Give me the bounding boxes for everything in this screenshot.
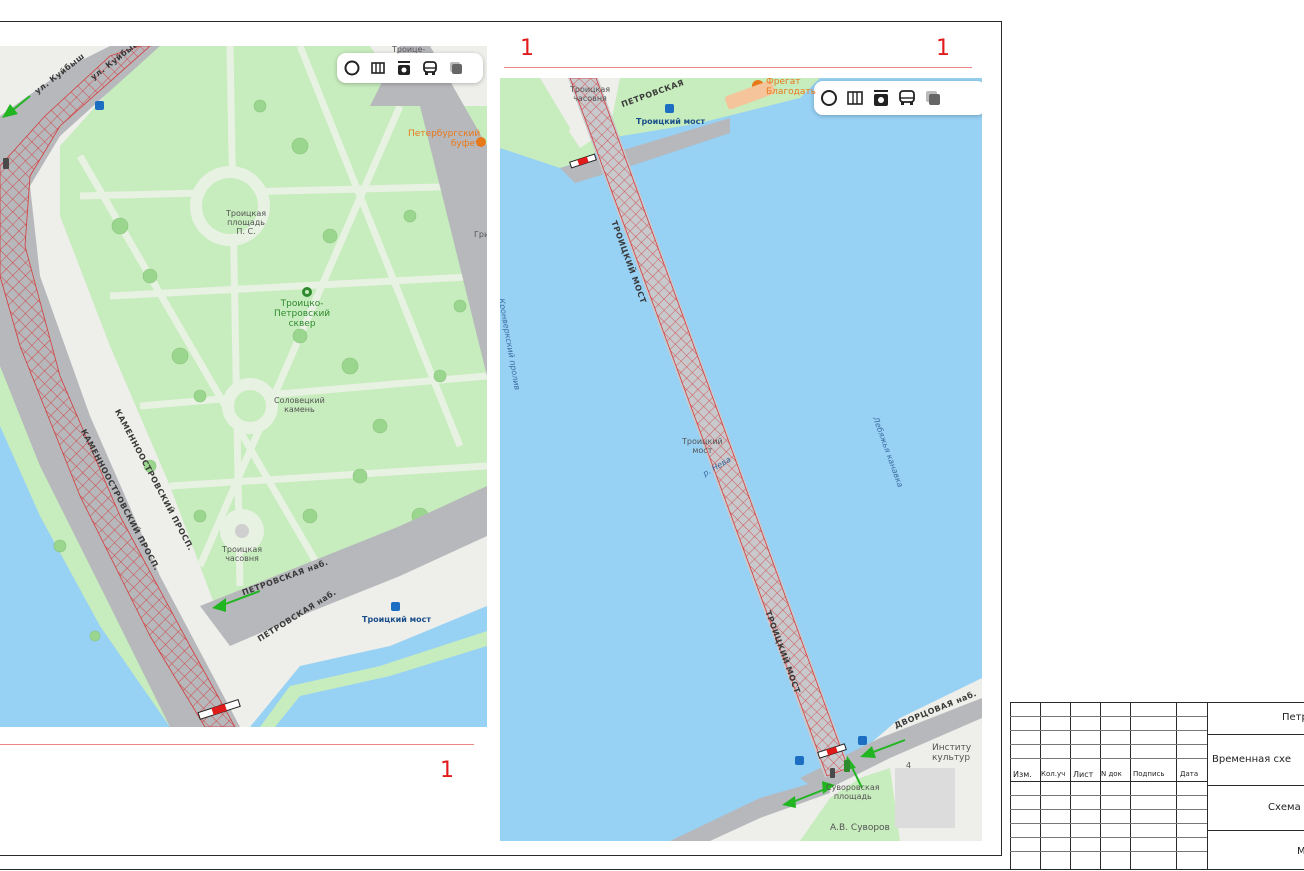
left-map-bus-stop-icon xyxy=(95,101,104,110)
left-map-bridge-stop-icon xyxy=(391,602,400,611)
panorama-icon[interactable] xyxy=(343,59,361,77)
panorama-icon[interactable] xyxy=(820,89,838,107)
camera-icon[interactable] xyxy=(395,59,413,77)
left-map-label-park-name: Троицко- Петровский сквер xyxy=(274,299,331,329)
map-layers-icon[interactable] xyxy=(369,59,387,77)
right-map-label-suvorov: А.В. Суворов xyxy=(830,823,890,833)
section-number-bottom-left: 1 xyxy=(440,758,454,783)
right-map-label-bridge-small: Троицкий мост xyxy=(682,437,723,455)
left-map-label-trinity-square: Троицкая площадь П. С. xyxy=(226,209,267,236)
left-map-chapel-icon xyxy=(235,524,249,538)
right-map-building-institute xyxy=(895,768,955,828)
right-map-panel[interactable]: Троицкая часовня ПЕТРОВСКАЯ Троицкий мос… xyxy=(500,78,982,841)
title-block-header-koluch: Кол.уч xyxy=(1041,770,1066,778)
bus-icon[interactable] xyxy=(421,59,439,77)
title-block-row1: Петр xyxy=(1282,712,1304,723)
title-block-header-ndok: N док xyxy=(1101,770,1122,778)
left-map-label-buffet: Петербургский буфет xyxy=(408,129,481,149)
right-map-bridge-hatch-zone xyxy=(569,78,849,777)
right-map-label-fregat: Фрегат Благодать xyxy=(766,78,816,97)
title-block-header-data: Дата xyxy=(1180,770,1199,778)
title-block-row2: Временная схе xyxy=(1212,754,1292,765)
left-map-label-bridge-stop: Троицкий мост xyxy=(362,615,432,624)
right-map-label-chapel: Троицкая часовня xyxy=(570,85,611,103)
title-block-header-izm: Изм. xyxy=(1013,770,1032,779)
left-map-label-cut-top: Троице- xyxy=(392,46,426,54)
bus-icon[interactable] xyxy=(898,89,916,107)
right-map-traffic-light-icon xyxy=(830,768,835,778)
right-map-label-institute: Институ культур xyxy=(932,743,972,763)
right-map-label-bridge-stop: Троицкий мост xyxy=(636,117,706,126)
sheet-frame-bottom xyxy=(0,855,1002,856)
right-map-toolbar xyxy=(814,81,982,115)
right-map-label-suvorov-square: Суворовская площадь xyxy=(826,783,880,801)
right-map-bridge-stop-icon xyxy=(665,104,674,113)
left-map-label-solovetsky: Соловецкий камень xyxy=(274,396,325,414)
title-block-row3: Схема xyxy=(1268,802,1301,813)
left-map-label-cut-right: Гри xyxy=(474,230,487,239)
section-line-bottom-left xyxy=(0,744,474,745)
section-number-top-right-b: 1 xyxy=(936,36,950,61)
title-block-row4: М xyxy=(1297,846,1304,857)
sheet-frame-top xyxy=(0,21,1002,22)
left-map-panel[interactable]: Троице- ул. Куйбыш ул. Куйбыш Петербургс… xyxy=(0,46,487,727)
title-block-header-list: Лист xyxy=(1073,770,1094,779)
left-map-traffic-light-icon xyxy=(3,158,9,169)
left-map-toolbar xyxy=(337,53,483,83)
camera-icon[interactable] xyxy=(872,89,890,107)
title-block: Изм. Кол.уч Лист N док Подпись Дата Петр… xyxy=(1010,702,1304,870)
right-map-bus-stop-icon xyxy=(795,756,804,765)
right-map-label-num-4: 4 xyxy=(906,761,912,770)
title-block-header-podpis: Подпись xyxy=(1133,770,1165,778)
left-map-label-chapel: Троицкая часовня xyxy=(222,545,263,563)
layers-icon[interactable] xyxy=(924,89,942,107)
layers-icon[interactable] xyxy=(447,59,465,77)
right-map-graphic xyxy=(500,78,982,841)
sheet-frame-right xyxy=(1001,21,1002,855)
section-line-top-right xyxy=(504,67,972,68)
map-layers-icon[interactable] xyxy=(846,89,864,107)
section-number-top-right-a: 1 xyxy=(520,36,534,61)
